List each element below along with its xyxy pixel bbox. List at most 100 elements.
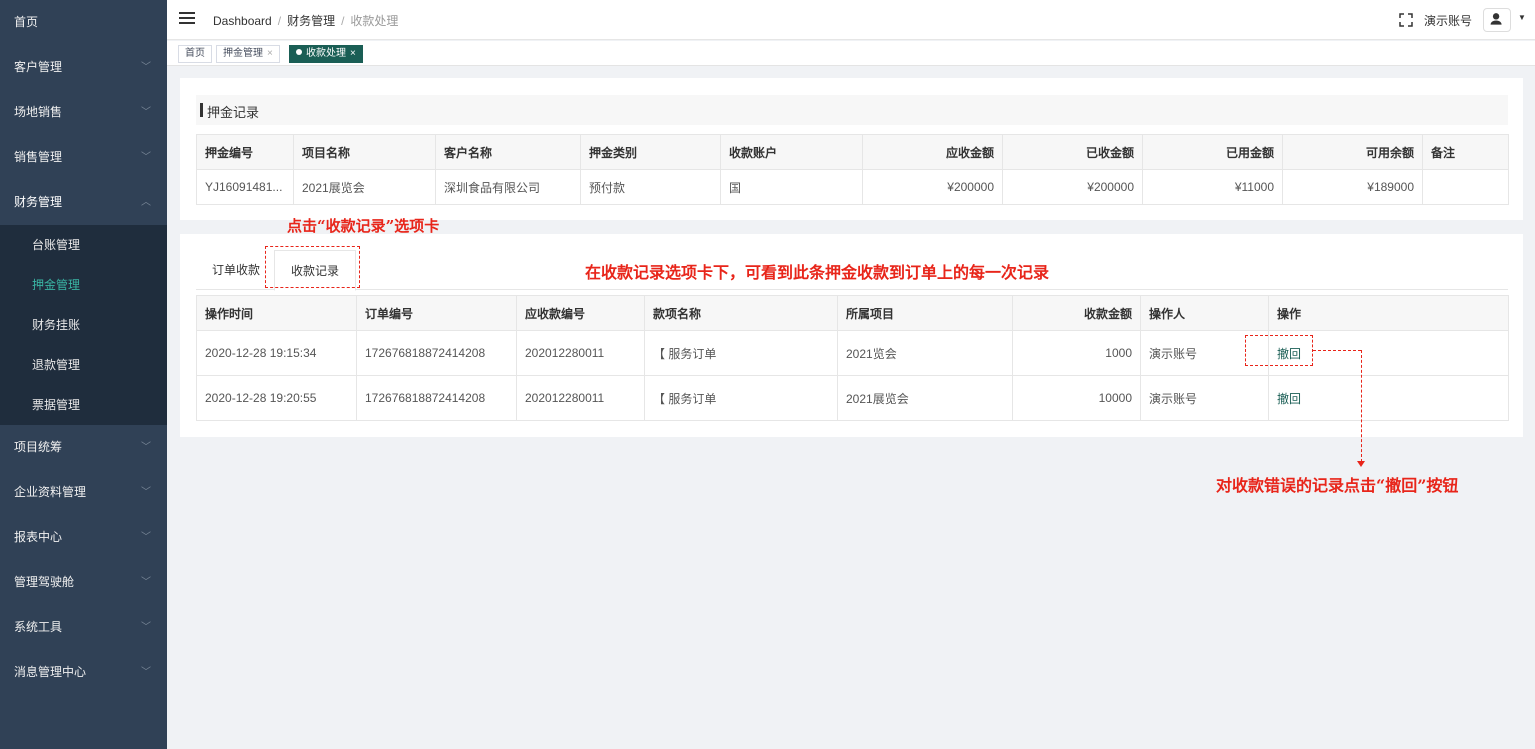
chevron-down-icon: ﹀ xyxy=(141,62,151,73)
chevron-down-icon: ﹀ xyxy=(141,667,151,678)
table-cell: ¥200000 xyxy=(1002,169,1143,205)
fullscreen-icon[interactable] xyxy=(1399,13,1413,27)
sidebar-item-reports[interactable]: 报表中心 ﹀ xyxy=(0,515,167,560)
breadcrumb-item[interactable]: Dashboard xyxy=(213,14,272,28)
table-header-row: 押金编号 项目名称 客户名称 押金类别 收款账户 应收金额 已收金额 已用金额 … xyxy=(196,134,1509,170)
close-icon[interactable]: × xyxy=(350,48,356,59)
annotation-revoke-desc: 对收款错误的记录点击“撤回”按钮 xyxy=(1216,476,1459,495)
hamburger-icon[interactable] xyxy=(179,12,195,26)
user-icon xyxy=(1490,13,1502,25)
column-header: 已用金额 xyxy=(1142,134,1283,170)
top-navbar: Dashboard / 财务管理 / 收款处理 演示账号 ▼ xyxy=(167,0,1535,40)
column-header: 押金类别 xyxy=(580,134,721,170)
column-header: 项目名称 xyxy=(293,134,436,170)
table-cell: 演示账号 xyxy=(1140,375,1269,421)
column-header: 操作时间 xyxy=(196,295,357,331)
sidebar-subitem-ledger[interactable]: 台账管理 xyxy=(0,225,167,265)
table-cell: 1000 xyxy=(1012,330,1141,376)
tab-order-receipt[interactable]: 订单收款 xyxy=(196,250,276,290)
chevron-down-icon: ﹀ xyxy=(141,442,151,453)
table-cell: 2020-12-28 19:20:55 xyxy=(196,375,357,421)
table-cell: 2020-12-28 19:15:34 xyxy=(196,330,357,376)
column-header: 订单编号 xyxy=(356,295,517,331)
table-row: YJ16091481... 2021展览会 深圳食品有限公司 预付款 国 ¥20… xyxy=(196,169,1509,205)
annotation-connector xyxy=(1361,350,1362,462)
sidebar-item-messages[interactable]: 消息管理中心 ﹀ xyxy=(0,650,167,695)
column-header: 收款账户 xyxy=(720,134,863,170)
table-cell: ¥11000 xyxy=(1142,169,1283,205)
column-header: 客户名称 xyxy=(435,134,581,170)
user-name[interactable]: 演示账号 xyxy=(1424,12,1472,29)
table-cell: ¥200000 xyxy=(862,169,1003,205)
sidebar-subitem-pending[interactable]: 财务挂账 xyxy=(0,305,167,345)
chevron-down-icon: ﹀ xyxy=(141,152,151,163)
breadcrumb: Dashboard / 财务管理 / 收款处理 xyxy=(213,14,399,28)
table-cell: 国 xyxy=(720,169,863,205)
column-header: 收款金额 xyxy=(1012,295,1141,331)
revoke-button[interactable]: 撤回 xyxy=(1277,392,1301,406)
annotation-revoke-highlight xyxy=(1245,335,1313,366)
table-cell: 预付款 xyxy=(580,169,721,205)
chevron-down-icon: ﹀ xyxy=(141,107,151,118)
sidebar-item-projects[interactable]: 项目统筹 ﹀ xyxy=(0,425,167,470)
table-cell: 2021览会 xyxy=(837,330,1013,376)
table-cell: 2021展览会 xyxy=(837,375,1013,421)
chevron-down-icon: ﹀ xyxy=(141,487,151,498)
column-header: 已收金额 xyxy=(1002,134,1143,170)
sidebar-subitem-refund[interactable]: 退款管理 xyxy=(0,345,167,385)
table-cell: 202012280011 xyxy=(516,375,645,421)
deposit-panel: 押金记录 押金编号 项目名称 客户名称 押金类别 收款账户 应收金额 已收金额 … xyxy=(180,78,1523,220)
sidebar-item-venue-sales[interactable]: 场地销售 ﹀ xyxy=(0,90,167,135)
table-cell: 202012280011 xyxy=(516,330,645,376)
sidebar-item-company-info[interactable]: 企业资料管理 ﹀ xyxy=(0,470,167,515)
sidebar: 首页 客户管理 ﹀ 场地销售 ﹀ 销售管理 ﹀ 财务管理 ︿ 台账管理 押金管理 财务挂… xyxy=(0,0,167,749)
column-header: 备注 xyxy=(1422,134,1509,170)
sidebar-item-customers[interactable]: 客户管理 ﹀ xyxy=(0,45,167,90)
table-header-row: 操作时间 订单编号 应收款编号 款项名称 所属项目 收款金额 操作人 操作 xyxy=(196,295,1509,331)
table-cell: 【 服务订单 xyxy=(644,375,838,421)
table-row: 2020-12-28 19:20:55 172676818872414208 2… xyxy=(196,375,1509,421)
close-icon[interactable]: × xyxy=(267,48,273,59)
table-cell: 172676818872414208 xyxy=(356,330,517,376)
tag-deposit[interactable]: 押金管理 × xyxy=(216,45,280,63)
panel-title: 押金记录 xyxy=(207,105,260,120)
column-header: 操作人 xyxy=(1140,295,1269,331)
caret-down-icon[interactable]: ▼ xyxy=(1518,13,1526,22)
sidebar-subitem-deposit[interactable]: 押金管理 xyxy=(0,265,167,305)
annotation-tab-highlight xyxy=(265,246,360,288)
column-header: 所属项目 xyxy=(837,295,1013,331)
panel-header: 押金记录 xyxy=(196,95,1508,125)
table-cell: 172676818872414208 xyxy=(356,375,517,421)
annotation-click-tab: 点击“收款记录”选项卡 xyxy=(287,217,440,235)
table-cell xyxy=(1422,169,1509,205)
table-cell: 2021展览会 xyxy=(293,169,436,205)
annotation-connector xyxy=(1313,350,1361,351)
sidebar-item-home[interactable]: 首页 xyxy=(0,0,167,45)
table-cell: 深圳食品有限公司 xyxy=(435,169,581,205)
deposit-table: 押金编号 项目名称 客户名称 押金类别 收款账户 应收金额 已收金额 已用金额 … xyxy=(196,134,1509,205)
sidebar-item-cockpit[interactable]: 管理驾驶舱 ﹀ xyxy=(0,560,167,605)
column-header: 应收金额 xyxy=(862,134,1003,170)
column-header: 操作 xyxy=(1268,295,1509,331)
chevron-down-icon: ﹀ xyxy=(141,622,151,633)
chevron-down-icon: ﹀ xyxy=(141,532,151,543)
tag-home[interactable]: 首页 xyxy=(178,45,212,63)
breadcrumb-item: 财务管理 xyxy=(287,14,336,28)
table-cell: 10000 xyxy=(1012,375,1141,421)
sidebar-item-system-tools[interactable]: 系统工具 ﹀ xyxy=(0,605,167,650)
table-cell: 【 服务订单 xyxy=(644,330,838,376)
tag-receipt-processing[interactable]: 收款处理 × xyxy=(289,45,363,63)
annotation-tab-desc: 在收款记录选项卡下，可看到此条押金收款到订单上的每一次记录 xyxy=(585,263,1050,282)
column-header: 押金编号 xyxy=(196,134,294,170)
chevron-down-icon: ﹀ xyxy=(141,577,151,588)
sidebar-subitem-invoice[interactable]: 票据管理 xyxy=(0,385,167,425)
table-cell: 撤回 xyxy=(1268,375,1509,421)
table-cell: YJ16091481... xyxy=(196,169,294,205)
sidebar-item-sales[interactable]: 销售管理 ﹀ xyxy=(0,135,167,180)
avatar[interactable] xyxy=(1483,8,1511,32)
breadcrumb-item: 收款处理 xyxy=(350,14,399,28)
finance-submenu: 台账管理 押金管理 财务挂账 退款管理 票据管理 xyxy=(0,225,167,425)
chevron-up-icon: ︿ xyxy=(141,197,151,208)
sidebar-item-finance[interactable]: 财务管理 ︿ xyxy=(0,180,167,225)
table-cell: ¥189000 xyxy=(1282,169,1423,205)
